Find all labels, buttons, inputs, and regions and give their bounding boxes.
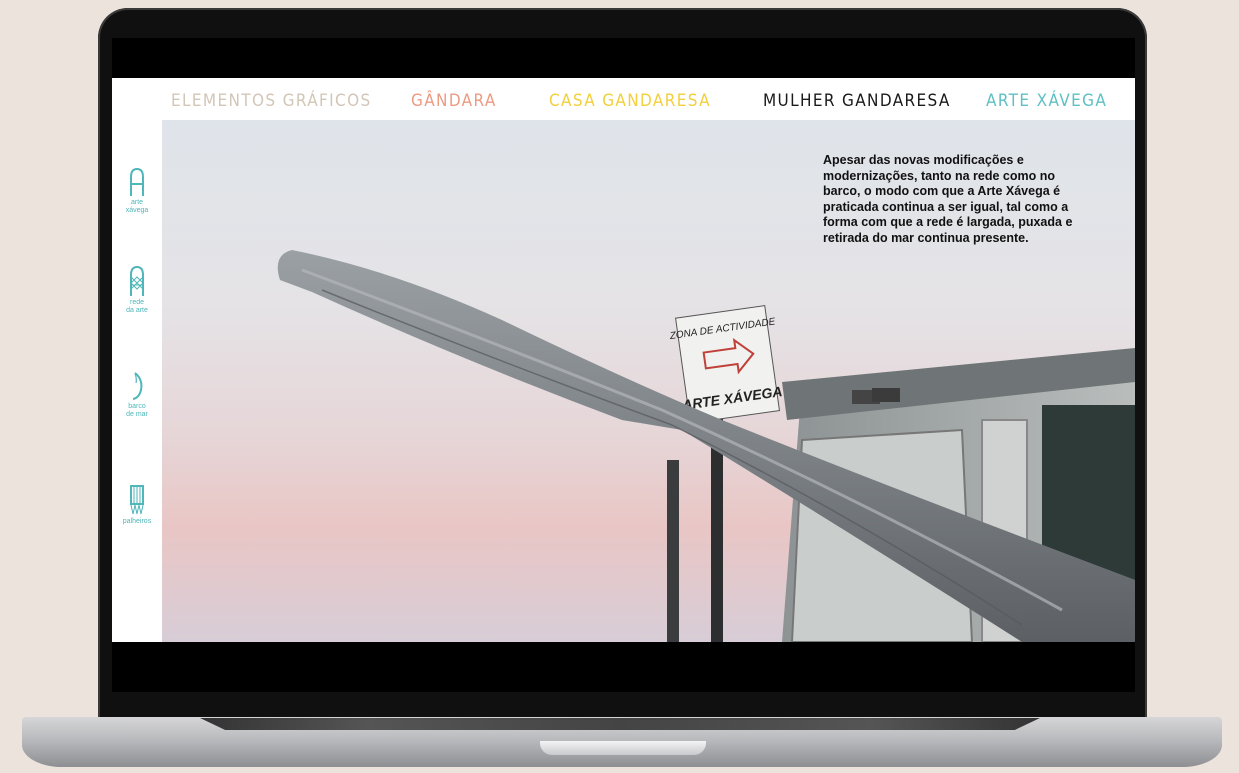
- nav-mulher-gandaresa[interactable]: MULHER GANDARESA: [763, 91, 951, 111]
- boat-icon: [132, 372, 143, 400]
- letter-a-icon: [130, 167, 144, 196]
- sidebar-label: arte: [130, 199, 144, 206]
- laptop-screen: ELEMENTOS GRÁFICOS GÂNDARA CASA GANDARES…: [112, 38, 1135, 692]
- sidebar-item-palheiros[interactable]: palheiros: [112, 484, 162, 526]
- sidebar-label: de mar: [126, 411, 148, 418]
- sidebar-item-barco-de-mar[interactable]: barco de mar: [112, 371, 162, 419]
- sidebar-label: xávega: [125, 207, 149, 214]
- nav-casa-gandaresa[interactable]: CASA GANDARESA: [549, 91, 711, 111]
- net-icon: [130, 265, 144, 296]
- top-navigation: ELEMENTOS GRÁFICOS GÂNDARA CASA GANDARES…: [112, 78, 1135, 120]
- nav-arte-xavega[interactable]: ARTE XÁVEGA: [986, 91, 1107, 111]
- sidebar-item-arte-xavega[interactable]: arte xávega: [112, 167, 162, 215]
- nav-gandara[interactable]: GÂNDARA: [411, 91, 497, 111]
- description-paragraph: Apesar das novas modificações e moderniz…: [823, 153, 1073, 245]
- sidebar-item-rede-da-arte[interactable]: rede da arte: [112, 265, 162, 315]
- nav-elementos-graficos[interactable]: ELEMENTOS GRÁFICOS: [171, 91, 372, 111]
- sidebar-label: da arte: [126, 307, 148, 314]
- sidebar: arte xávega rede da arte barco de mar pa…: [112, 120, 162, 642]
- keyboard-edge: [200, 718, 1040, 730]
- hero-photo: ZONA DE ACTIVIDADE ARTE XÁVEGA Apesar da…: [162, 120, 1135, 642]
- website: ELEMENTOS GRÁFICOS GÂNDARA CASA GANDARES…: [112, 78, 1135, 642]
- trackpad-notch: [540, 741, 706, 755]
- sidebar-label: rede: [129, 299, 144, 306]
- sidebar-label: palheiros: [122, 518, 152, 525]
- sidebar-label: barco: [128, 403, 146, 410]
- hut-icon: [130, 485, 144, 515]
